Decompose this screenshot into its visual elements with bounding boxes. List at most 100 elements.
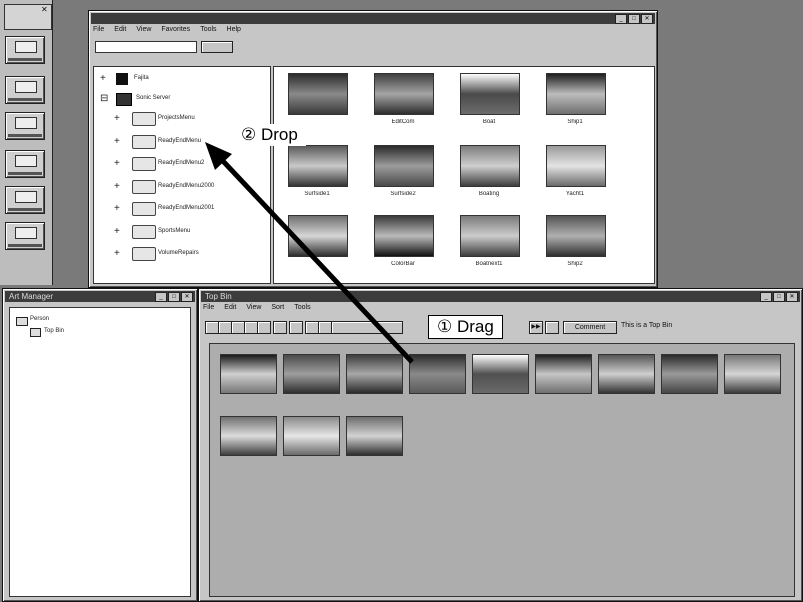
side-toolbar-button-6[interactable]: [5, 222, 45, 250]
thumbnail[interactable]: [288, 215, 348, 257]
close-button[interactable]: ✕: [181, 292, 193, 302]
thumbnail-pane: EditCom Boat Ship1 Surfside1 Surfside2 Boatin…: [273, 66, 655, 284]
expand-icon[interactable]: +: [114, 159, 120, 169]
menu-view[interactable]: View: [136, 26, 151, 36]
bin-thumbnail[interactable]: [346, 416, 403, 456]
toolbar-button-3[interactable]: [231, 321, 245, 334]
menu-view[interactable]: View: [246, 304, 261, 314]
toolbar-button-1[interactable]: [205, 321, 219, 334]
folder-icon: [132, 112, 156, 126]
minimize-button[interactable]: _: [760, 292, 772, 302]
thumbnail[interactable]: [374, 145, 434, 187]
minimize-button[interactable]: _: [615, 14, 627, 24]
close-icon[interactable]: ✕: [41, 5, 48, 14]
bin-thumbnail[interactable]: [283, 416, 340, 456]
tree-item-person[interactable]: Person: [30, 316, 49, 322]
play-button[interactable]: ▶▶: [529, 321, 543, 334]
tree-item-label[interactable]: ReadyEndMenu: [158, 138, 201, 144]
expand-icon[interactable]: +: [114, 226, 120, 237]
address-combo[interactable]: [95, 41, 197, 53]
toolbar-button-9[interactable]: [318, 321, 332, 334]
bin-thumbnail[interactable]: [661, 354, 718, 394]
comment-button[interactable]: Comment: [563, 321, 617, 334]
toolbar-button-6[interactable]: [273, 321, 287, 334]
tool-icon: [15, 227, 37, 239]
folder-icon: [132, 179, 156, 194]
menu-tools[interactable]: Tools: [294, 304, 310, 314]
expand-icon[interactable]: +: [114, 249, 120, 259]
maximize-button[interactable]: □: [773, 292, 785, 302]
bin-thumbnail[interactable]: [472, 354, 529, 394]
menu-help[interactable]: Help: [227, 26, 241, 36]
side-toolbar-button-1[interactable]: [5, 36, 45, 64]
tree-item-top-bin[interactable]: Top Bin: [44, 328, 64, 334]
tree-item-label[interactable]: ReadyEndMenu2001: [158, 205, 214, 211]
bin-thumbnail[interactable]: [598, 354, 655, 394]
tree-item-label[interactable]: Fajita: [134, 75, 149, 81]
tree-item-label[interactable]: Sonic Server: [136, 95, 170, 101]
side-toolbar-button-4[interactable]: [5, 150, 45, 178]
stop-button[interactable]: [545, 321, 559, 334]
menu-file[interactable]: File: [93, 26, 104, 36]
bin-thumbnail[interactable]: [283, 354, 340, 394]
bin-menubar: File Edit View Sort Tools: [203, 304, 311, 314]
bin-thumbnail[interactable]: [724, 354, 781, 394]
explorer-titlebar: _ □ ✕: [91, 13, 655, 24]
tree-item-label[interactable]: ProjectsMenu: [158, 115, 195, 121]
minimize-button[interactable]: _: [155, 292, 167, 302]
thumbnail[interactable]: [374, 73, 434, 115]
side-toolbar: ✕: [0, 0, 53, 285]
tree-item-label[interactable]: ReadyEndMenu2: [158, 160, 204, 166]
side-toolbar-button-2[interactable]: [5, 76, 45, 104]
toolbar-button-7[interactable]: [289, 321, 303, 334]
bin-thumbnail[interactable]: [220, 416, 277, 456]
side-toolbar-button-label: [8, 134, 42, 137]
thumbnail[interactable]: [374, 215, 434, 257]
maximize-button[interactable]: □: [168, 292, 180, 302]
toolbar-button-5[interactable]: [257, 321, 271, 334]
toolbar-button-8[interactable]: [305, 321, 319, 334]
thumbnail[interactable]: [546, 215, 606, 257]
bin-thumbnail[interactable]: [409, 354, 466, 394]
thumbnail[interactable]: [460, 73, 520, 115]
folder-icon: [132, 247, 156, 261]
menu-favorites[interactable]: Favorites: [161, 26, 190, 36]
bin-thumbnail[interactable]: [346, 354, 403, 394]
bin-thumbnail[interactable]: [535, 354, 592, 394]
folder-icon: [132, 224, 156, 239]
close-button[interactable]: ✕: [786, 292, 798, 302]
expand-icon[interactable]: +: [114, 136, 120, 147]
thumbnail[interactable]: [288, 145, 348, 187]
expand-icon[interactable]: +: [114, 181, 120, 192]
go-button[interactable]: [201, 41, 233, 53]
tree-item-label[interactable]: VolumeRepairs: [158, 250, 199, 256]
expand-icon[interactable]: ⊟: [100, 94, 108, 104]
side-toolbar-button-5[interactable]: [5, 186, 45, 214]
thumbnail[interactable]: [460, 215, 520, 257]
expand-icon[interactable]: +: [100, 74, 106, 84]
bin-thumbnail[interactable]: [220, 354, 277, 394]
tree-item-label[interactable]: SportsMenu: [158, 228, 190, 234]
tree-item-label[interactable]: ReadyEndMenu2000: [158, 183, 214, 189]
toolbar-button-2[interactable]: [218, 321, 232, 334]
menu-edit[interactable]: Edit: [114, 26, 126, 36]
thumbnail[interactable]: [288, 73, 348, 115]
menu-file[interactable]: File: [203, 304, 214, 314]
side-toolbar-button-3[interactable]: [5, 112, 45, 140]
menu-sort[interactable]: Sort: [271, 304, 284, 314]
expand-icon[interactable]: +: [114, 114, 120, 124]
tool-icon: [15, 41, 37, 53]
thumbnail[interactable]: [460, 145, 520, 187]
thumbnail-caption: Ship1: [567, 119, 583, 125]
toolbar-button-4[interactable]: [244, 321, 258, 334]
thumbnail[interactable]: [546, 73, 606, 115]
close-button[interactable]: ✕: [641, 14, 653, 24]
menu-edit[interactable]: Edit: [224, 304, 236, 314]
maximize-button[interactable]: □: [628, 14, 640, 24]
thumbnail-caption: Surfside1: [304, 191, 330, 197]
menu-tools[interactable]: Tools: [200, 26, 216, 36]
toolbar-button-10[interactable]: [331, 321, 403, 334]
bin-titlebar: Top Bin _ □ ✕: [201, 291, 800, 302]
thumbnail[interactable]: [546, 145, 606, 187]
expand-icon[interactable]: +: [114, 204, 120, 214]
